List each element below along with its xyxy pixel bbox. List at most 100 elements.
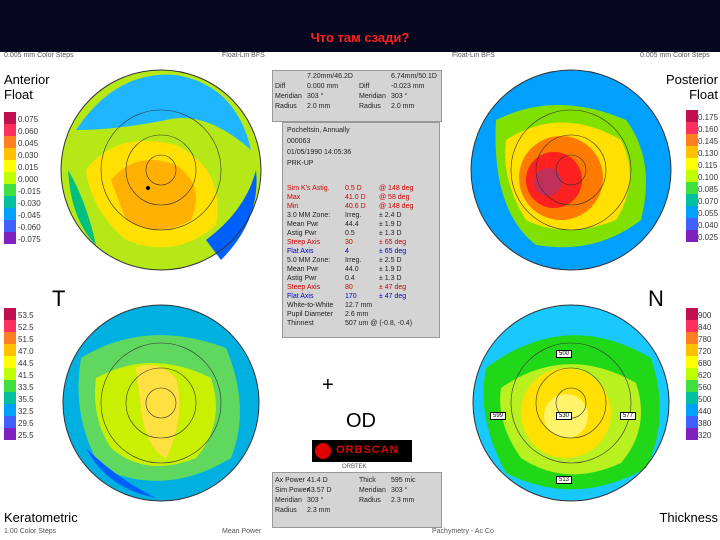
scale-tick-label: 620 bbox=[698, 371, 712, 380]
scale-swatch bbox=[4, 356, 16, 368]
measurement-value: 43.57 D bbox=[307, 487, 332, 494]
measurement-row bbox=[359, 507, 439, 517]
anterior-float-label: Anterior Float bbox=[4, 72, 50, 102]
sim-k-cell: Pupil Diameter bbox=[287, 311, 333, 318]
measurement-key: Radius bbox=[359, 103, 381, 110]
right-reference-caption: Float-Lin BFS bbox=[452, 52, 495, 59]
orbscan-screen: 0.005 mm Color Steps Float-Lin BFS Float… bbox=[0, 52, 720, 540]
measurement-key: Thick bbox=[359, 477, 376, 484]
scale-tick-label: 0.115 bbox=[698, 161, 718, 170]
anterior-label-line1: Anterior bbox=[4, 72, 50, 87]
measurement-key: Ax Power bbox=[275, 477, 305, 484]
sim-k-cell: Steep Axis bbox=[287, 239, 321, 246]
scale-tick-label: 0.070 bbox=[698, 197, 719, 206]
measurement-row: Meridian 303 ° bbox=[359, 93, 439, 103]
measurement-value: 303 ° bbox=[391, 487, 408, 494]
sim-k-cell: 0.4 bbox=[345, 275, 355, 282]
sim-k-cell: 170 bbox=[345, 293, 357, 300]
sim-k-row: Flat Axis 170 ± 47 deg bbox=[287, 293, 437, 302]
measurement-value: 6.74mm/50.1D bbox=[391, 73, 437, 80]
sim-k-cell: ± 1.3 D bbox=[379, 230, 402, 237]
scale-tick-label: 51.5 bbox=[18, 335, 34, 344]
scale-swatch bbox=[686, 182, 698, 194]
anterior-label-line2: Float bbox=[4, 87, 33, 102]
measurement-value: 0.000 mm bbox=[307, 83, 339, 90]
scale-tick-label: 720 bbox=[698, 347, 712, 356]
scale-swatch bbox=[686, 146, 698, 158]
measurement-key: Sim Power bbox=[275, 487, 309, 494]
sim-k-row: 3.0 MM Zone: Irreg. ± 2.4 D bbox=[287, 212, 437, 221]
scale-swatch bbox=[4, 416, 16, 428]
scale-swatch bbox=[4, 308, 16, 320]
scale-swatch bbox=[686, 110, 698, 122]
sim-k-cell: 3.0 MM Zone: bbox=[287, 212, 331, 219]
logo-subtitle: ORBTEK bbox=[342, 464, 367, 470]
sim-k-cell: @ 148 deg bbox=[379, 203, 414, 210]
scale-tick-label: 0.060 bbox=[18, 127, 39, 136]
measurement-row: Ax Power 41.4 D bbox=[275, 477, 355, 487]
right-scale-caption: 0.005 mm Color Steps bbox=[640, 52, 710, 59]
scale-swatch bbox=[4, 368, 16, 380]
measurement-key: Meridian bbox=[359, 93, 386, 100]
sim-k-cell: Min bbox=[287, 203, 299, 210]
measurement-value: 41.4 D bbox=[307, 477, 328, 484]
thickness-point-temporal: 599 bbox=[490, 412, 507, 420]
measurement-value: 2.0 mm bbox=[391, 103, 415, 110]
temporal-marker: T bbox=[52, 286, 66, 311]
scale-tick-label: 0.160 bbox=[698, 125, 719, 134]
sim-k-cell: ± 47 deg bbox=[379, 284, 407, 291]
logo-text: ORBSCAN bbox=[336, 444, 399, 456]
measurement-key: Meridian bbox=[359, 487, 386, 494]
sim-k-cell: @ 58 deg bbox=[379, 194, 410, 201]
patient-summary-panel: Pocheltsin, Annually 000063 01/05/1990 14:… bbox=[282, 122, 440, 338]
sim-k-row: Mean Pwr 44.4 ± 1.9 D bbox=[287, 221, 437, 230]
scale-swatch bbox=[686, 428, 698, 440]
scale-tick-label: 0.055 bbox=[698, 209, 719, 218]
sim-k-cell: @ 148 deg bbox=[379, 185, 414, 192]
left-reference-caption: Float-Lin BFS bbox=[222, 52, 265, 59]
scale-tick-label: 440 bbox=[698, 407, 712, 416]
scale-swatch bbox=[686, 356, 698, 368]
sim-k-cell: 507 um @ (-0.8, -0.4) bbox=[345, 320, 413, 327]
scale-swatch bbox=[4, 184, 16, 196]
measurement-row: Meridian 303 ° bbox=[275, 497, 355, 507]
scale-swatch bbox=[686, 368, 698, 380]
scale-swatch bbox=[4, 428, 16, 440]
scale-swatch bbox=[686, 392, 698, 404]
scale-tick-label: -0.045 bbox=[18, 211, 41, 220]
measurement-value: 595 mic bbox=[391, 477, 416, 484]
thickness-point-center: 530 bbox=[556, 412, 573, 420]
scale-swatch bbox=[686, 416, 698, 428]
scale-tick-label: 35.5 bbox=[18, 395, 34, 404]
scale-tick-label: 0.175 bbox=[698, 113, 719, 122]
scale-swatch bbox=[4, 172, 16, 184]
sim-k-row: Thinnest 507 um @ (-0.8, -0.4) bbox=[287, 320, 437, 329]
posterior-float-map bbox=[470, 69, 672, 271]
sim-k-row: 5.0 MM Zone: Irreg. ± 2.5 D bbox=[287, 257, 437, 266]
scale-tick-label: 32.5 bbox=[18, 407, 34, 416]
scale-tick-label: 52.5 bbox=[18, 323, 34, 332]
scale-swatch bbox=[686, 122, 698, 134]
right-footer-caption: Pachymetry - Ac Co bbox=[432, 528, 494, 535]
measurement-key: Diff bbox=[359, 83, 370, 90]
sim-k-cell: 44.4 bbox=[345, 221, 359, 228]
measurement-row: Radius 2.3 mm bbox=[359, 497, 439, 507]
scale-swatch bbox=[4, 112, 16, 124]
measurement-key: Radius bbox=[275, 507, 297, 514]
scale-swatch bbox=[686, 206, 698, 218]
sim-k-cell: 0.5 D bbox=[345, 185, 362, 192]
measurement-row: Diff 0.000 mm bbox=[275, 83, 355, 93]
sim-k-row: Sim K's Astig. 0.5 D @ 148 deg bbox=[287, 185, 437, 194]
scale-tick-label: -0.060 bbox=[18, 223, 41, 232]
measurement-value: 2.0 mm bbox=[307, 103, 331, 110]
measurement-row: Diff -0.023 mm bbox=[359, 83, 439, 93]
left-scale-caption: 0.005 mm Color Steps bbox=[4, 52, 74, 59]
sim-k-row: Mean Pwr 44.0 ± 1.9 D bbox=[287, 266, 437, 275]
patient-line: 000063 bbox=[287, 138, 311, 145]
logo-mark-icon bbox=[315, 443, 331, 459]
bottom-right-measurements: Thick 595 mic Meridian 303 ° Radius 2.3 mm bbox=[359, 477, 439, 517]
scale-swatch bbox=[686, 218, 698, 230]
scale-swatch bbox=[686, 320, 698, 332]
scale-swatch bbox=[4, 232, 16, 244]
measurement-row: 6.74mm/50.1D bbox=[359, 73, 439, 83]
